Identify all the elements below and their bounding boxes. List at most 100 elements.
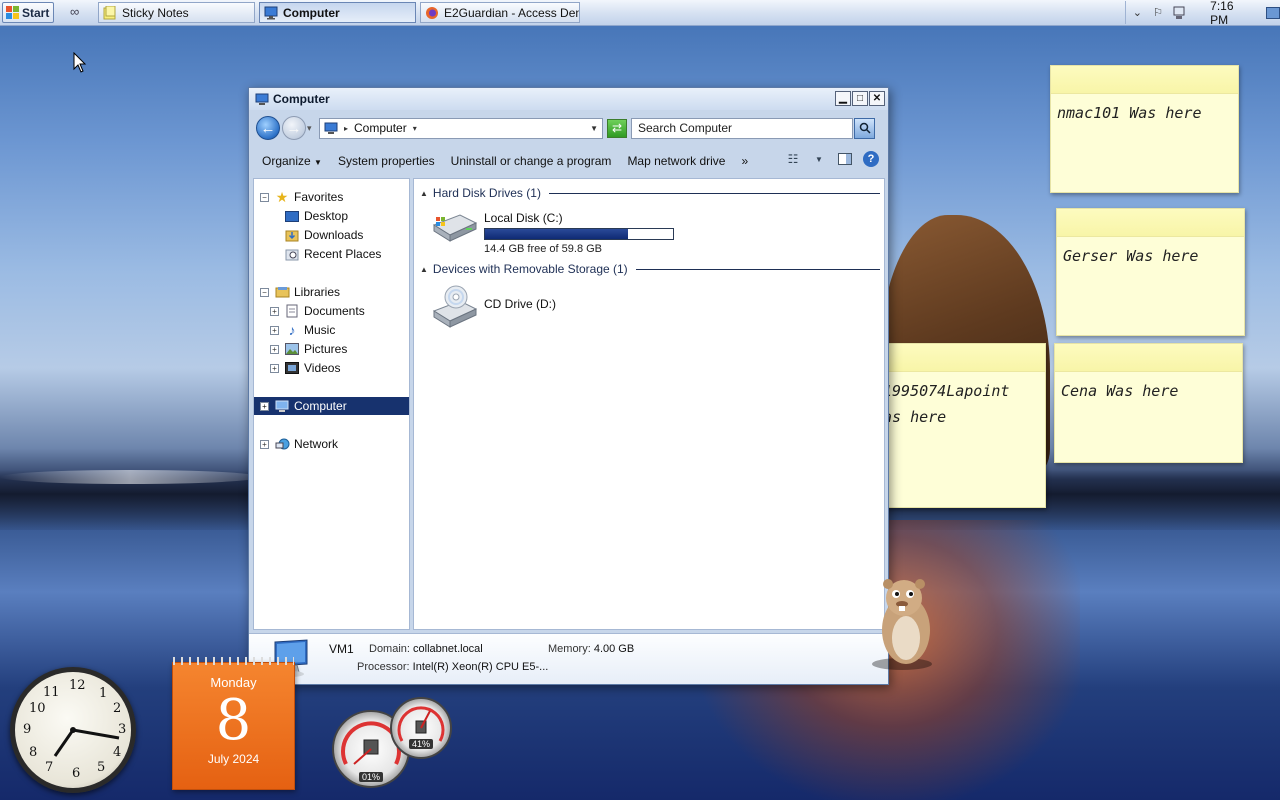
command-bar: Organize ▼ System properties Uninstall o…: [252, 148, 885, 174]
expand-icon[interactable]: +: [270, 325, 279, 335]
group-divider: [548, 192, 880, 194]
computer-icon: [274, 399, 290, 413]
taskbar: Start ∞ Sticky Notes Computer E2Guardian…: [0, 0, 1280, 27]
start-button[interactable]: Start: [2, 2, 54, 23]
expand-icon[interactable]: +: [270, 306, 279, 316]
nav-item-computer[interactable]: + Computer: [254, 397, 409, 415]
window-titlebar[interactable]: Computer ▁ □ ✕: [249, 88, 888, 110]
sticky-note-header: [1055, 344, 1242, 372]
breadcrumb-dropdown-icon[interactable]: ▾: [413, 124, 417, 133]
expand-icon[interactable]: +: [260, 439, 269, 449]
expand-icon[interactable]: +: [270, 363, 279, 373]
clock-gadget[interactable]: 12 3 6 9 1 2 4 5 7 8 10 11: [10, 667, 136, 793]
nav-item-videos[interactable]: + Videos: [254, 359, 409, 377]
back-button[interactable]: ←: [256, 116, 280, 140]
taskbar-item-firefox[interactable]: E2Guardian - Access Den...: [420, 2, 580, 23]
map-network-drive-button[interactable]: Map network drive: [619, 154, 733, 168]
collapse-group-icon[interactable]: ▲: [420, 189, 428, 198]
taskbar-clock[interactable]: 7:16 PM: [1210, 0, 1251, 27]
music-icon: ♪: [288, 322, 296, 338]
group-header-label: Devices with Removable Storage (1): [432, 262, 628, 276]
sticky-note-text[interactable]: Gerser Was here: [1063, 247, 1198, 265]
show-desktop-icon[interactable]: [1265, 5, 1280, 21]
search-icon[interactable]: [854, 117, 875, 139]
capacity-bar-fill: [485, 229, 628, 239]
address-text[interactable]: Computer: [354, 121, 407, 135]
address-bar[interactable]: ▸ Computer ▾ ▼: [319, 117, 603, 139]
documents-icon: [284, 304, 300, 318]
search-input[interactable]: Search Computer: [631, 117, 853, 139]
recent-pages-dropdown-icon[interactable]: ▾: [307, 123, 317, 134]
nav-label: Downloads: [304, 228, 364, 242]
drive-item-cd-drive[interactable]: CD Drive (D:): [430, 285, 556, 329]
taskbar-item-sticky-notes[interactable]: Sticky Notes: [98, 2, 255, 23]
sticky-note-header: [1051, 66, 1238, 94]
memory-row: Memory: 4.00 GB: [548, 643, 634, 655]
pictures-icon: [284, 342, 300, 356]
nav-item-libraries[interactable]: − Libraries: [254, 283, 409, 301]
nav-item-favorites[interactable]: − ★ Favorites: [254, 188, 409, 206]
close-button[interactable]: ✕: [869, 91, 885, 106]
calendar-gadget[interactable]: Monday 8 July 2024: [172, 657, 295, 790]
sticky-note-text[interactable]: Cena Was here: [1061, 382, 1178, 400]
network-icon[interactable]: [1171, 5, 1186, 21]
expand-icon[interactable]: +: [270, 344, 279, 354]
quick-launch-icon[interactable]: ∞: [70, 5, 88, 19]
sticky-note-text[interactable]: nmac101 Was here: [1057, 104, 1202, 122]
expand-icon[interactable]: +: [260, 401, 269, 411]
action-center-flag-icon[interactable]: ⚐: [1151, 5, 1166, 21]
system-properties-button[interactable]: System properties: [330, 154, 443, 168]
nav-label: Recent Places: [304, 247, 382, 261]
drive-name: CD Drive (D:): [484, 297, 556, 311]
address-history-dropdown-icon[interactable]: ▼: [590, 124, 598, 133]
nav-item-music[interactable]: + ♪ Music: [254, 321, 409, 339]
tray-expand-icon[interactable]: ⌄: [1130, 5, 1145, 21]
more-commands-button[interactable]: »: [733, 154, 756, 168]
sticky-note[interactable]: Gerser Was here: [1056, 208, 1245, 336]
nav-item-recent-places[interactable]: Recent Places: [254, 245, 409, 263]
window-title: Computer: [273, 92, 330, 106]
collapse-group-icon[interactable]: ▲: [420, 265, 428, 274]
sticky-notes-icon: [103, 5, 116, 19]
sticky-note[interactable]: Cena Was here: [1054, 343, 1243, 463]
help-icon[interactable]: ?: [863, 151, 879, 167]
explorer-window: Computer ▁ □ ✕ ← → ▾ ▸ Computer ▾ ▼ ⇄ Se…: [248, 87, 889, 685]
breadcrumb-chevron-icon[interactable]: ▸: [344, 124, 348, 133]
computer-icon: [324, 122, 338, 134]
domain-label: Domain:: [369, 643, 410, 655]
group-header-hard-disk-drives[interactable]: ▲ Hard Disk Drives (1): [420, 185, 880, 201]
change-view-icon[interactable]: ☷: [785, 151, 801, 167]
nav-item-network[interactable]: + Network: [254, 435, 409, 453]
nav-label: Libraries: [294, 285, 341, 299]
memory-gauge[interactable]: 41%: [390, 697, 452, 759]
forward-button[interactable]: →: [282, 116, 306, 140]
view-options-dropdown-icon[interactable]: ▼: [811, 151, 827, 167]
nav-item-desktop[interactable]: Desktop: [254, 207, 409, 225]
drive-item-local-disk[interactable]: Local Disk (C:) 14.4 GB free of 59.8 GB: [430, 209, 674, 255]
preview-pane-icon[interactable]: [837, 151, 853, 167]
group-header-removable-storage[interactable]: ▲ Devices with Removable Storage (1): [420, 261, 880, 277]
uninstall-program-button[interactable]: Uninstall or change a program: [443, 154, 620, 168]
nav-item-pictures[interactable]: + Pictures: [254, 340, 409, 358]
address-row: ← → ▾ ▸ Computer ▾ ▼ ⇄ Search Computer: [252, 114, 885, 142]
drive-free-space: 14.4 GB free of 59.8 GB: [484, 243, 603, 255]
processor-row: Processor: Intel(R) Xeon(R) CPU E5-...: [357, 661, 548, 673]
chevron-down-icon: ▼: [314, 158, 322, 167]
taskbar-item-computer[interactable]: Computer: [259, 2, 416, 23]
nav-item-documents[interactable]: + Documents: [254, 302, 409, 320]
collapse-icon[interactable]: −: [260, 287, 269, 297]
nav-item-downloads[interactable]: Downloads: [254, 226, 409, 244]
computer-name: VM1: [329, 642, 354, 656]
organize-menu[interactable]: Organize ▼: [252, 154, 330, 168]
maximize-button[interactable]: □: [852, 91, 868, 106]
organize-label: Organize: [262, 154, 311, 168]
minimize-button[interactable]: ▁: [835, 91, 851, 106]
sticky-note-text-line1[interactable]: 1995074Lapoint: [883, 382, 1009, 400]
refresh-button[interactable]: ⇄: [607, 118, 627, 138]
processor-label: Processor:: [357, 661, 410, 673]
star-icon: ★: [275, 188, 289, 205]
sticky-note-text-line2[interactable]: as here: [883, 408, 946, 426]
sticky-note[interactable]: nmac101 Was here: [1050, 65, 1239, 193]
task-label: Sticky Notes: [122, 5, 189, 20]
collapse-icon[interactable]: −: [260, 192, 269, 202]
